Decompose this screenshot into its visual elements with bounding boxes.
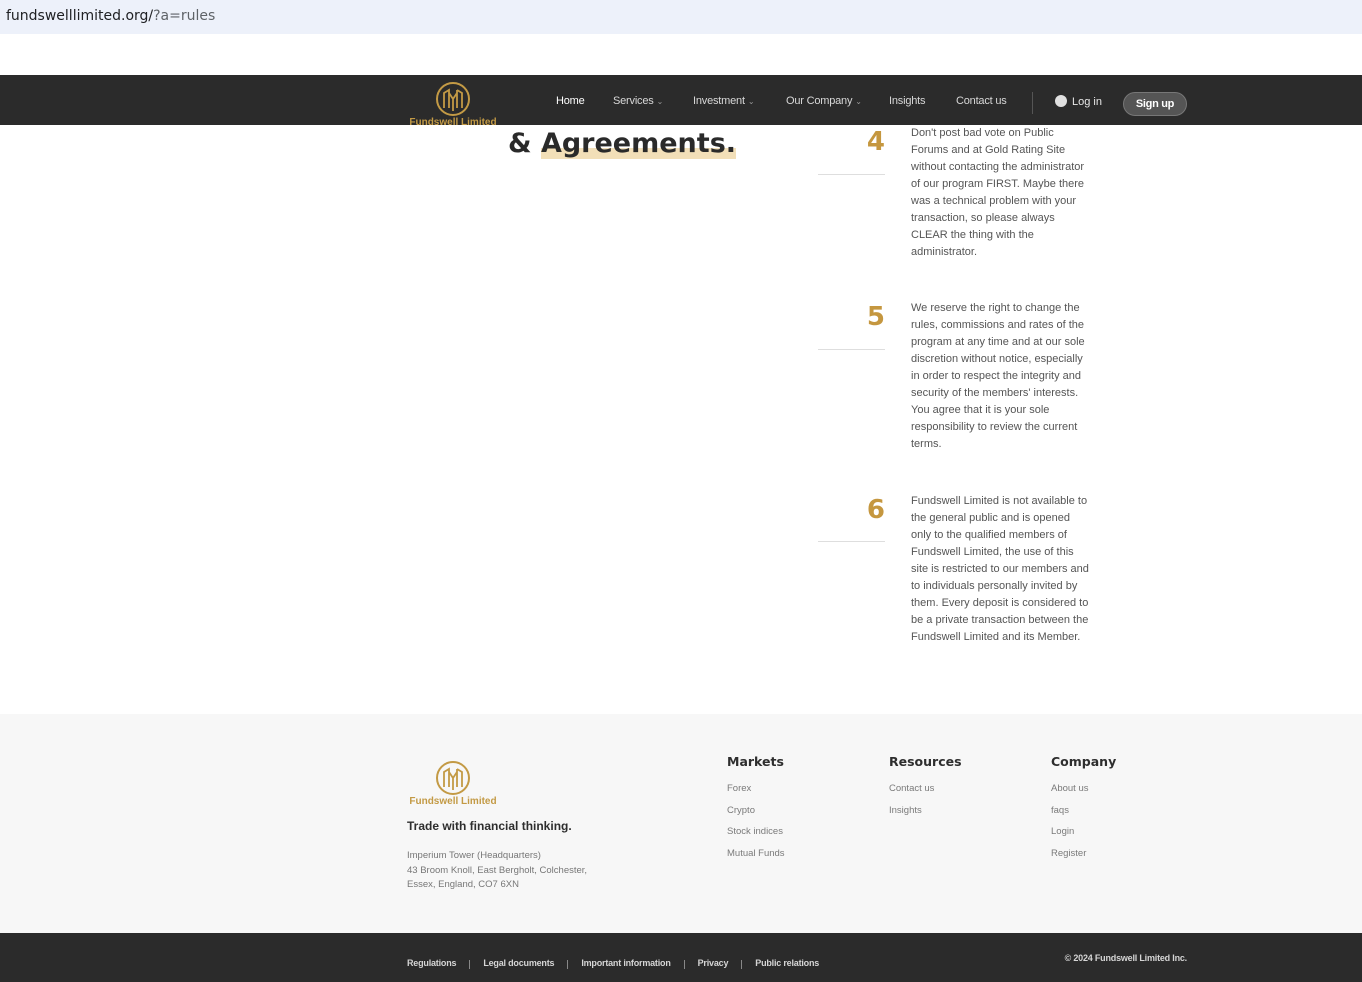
legal-links: Regulations Legal documents Important info… — [407, 953, 819, 971]
link-separator — [469, 960, 471, 969]
login-link[interactable]: Log in — [1055, 95, 1102, 108]
footer-link-faqs[interactable]: faqs — [1051, 805, 1116, 827]
nav-contact-us[interactable]: Contact us — [956, 95, 1007, 107]
rule-divider — [818, 541, 885, 542]
footer-tagline: Trade with financial thinking. — [407, 819, 572, 833]
rule-number: 5 — [866, 302, 885, 332]
footer-column-title: Markets — [727, 754, 784, 769]
link-privacy[interactable]: Privacy — [698, 958, 729, 968]
footer-bottom-bar: Regulations Legal documents Important info… — [0, 933, 1362, 982]
footer-address: Imperium Tower (Headquarters) 43 Broom K… — [407, 850, 588, 890]
footer-column-title: Resources — [889, 754, 962, 769]
footer-column-resources: Resources Contact us Insights — [889, 754, 962, 826]
nav-services[interactable]: Services ⌄ — [613, 95, 663, 107]
footer-link-crypto[interactable]: Crypto — [727, 805, 785, 827]
rule-divider — [818, 349, 885, 350]
nav-divider — [1032, 92, 1033, 114]
rule-text: We reserve the right to change the rules… — [911, 302, 1085, 450]
rule-number: 4 — [866, 127, 885, 157]
footer-link-contact-us[interactable]: Contact us — [889, 783, 962, 805]
chevron-down-icon: ⌄ — [747, 97, 755, 106]
footer-link-register[interactable]: Register — [1051, 848, 1116, 870]
chevron-down-icon: ⌄ — [656, 97, 664, 106]
logo-emblem-icon — [436, 761, 470, 795]
nav-our-company[interactable]: Our Company ⌄ — [786, 95, 862, 107]
rule-text: Don't post bad vote on Public Forums and… — [911, 127, 1085, 258]
page-heading: & Agreements. — [508, 128, 737, 159]
chevron-down-icon: ⌄ — [855, 97, 862, 106]
footer-column-title: Company — [1051, 754, 1117, 769]
link-legal-documents[interactable]: Legal documents — [483, 958, 554, 968]
footer-link-mutual-funds[interactable]: Mutual Funds — [727, 848, 785, 870]
user-circle-icon — [1055, 95, 1067, 107]
brand-name: Fundswell Limited — [409, 117, 497, 128]
brand-name: Fundswell Limited — [409, 796, 497, 807]
link-separator — [567, 960, 569, 969]
footer-column-company: Company About us faqs Login Register — [1051, 754, 1116, 870]
link-important-information[interactable]: Important information — [581, 958, 670, 968]
footer-link-stock-indices[interactable]: Stock indices — [727, 826, 785, 848]
footer-link-about-us[interactable]: About us — [1051, 783, 1116, 805]
rule-number: 6 — [866, 495, 885, 525]
link-separator — [683, 960, 685, 969]
rule-text: Fundswell Limited is not available to th… — [911, 495, 1089, 643]
url-text[interactable]: fundswelllimited.org/?a=rules — [6, 8, 215, 24]
brand-logo[interactable]: Fundswell Limited — [407, 81, 499, 133]
heading-highlight: Agreements. — [540, 128, 737, 159]
footer-column-markets: Markets Forex Crypto Stock indices Mutua… — [727, 754, 785, 870]
site-footer: Fundswell Limited Trade with financial t… — [0, 714, 1362, 933]
nav-home[interactable]: Home — [556, 95, 585, 107]
nav-insights[interactable]: Insights — [889, 95, 926, 107]
rule-divider — [818, 174, 885, 175]
footer-link-login[interactable]: Login — [1051, 826, 1116, 848]
link-regulations[interactable]: Regulations — [407, 958, 457, 968]
browser-url-bar[interactable]: fundswelllimited.org/?a=rules — [0, 0, 1362, 34]
footer-logo[interactable]: Fundswell Limited — [407, 760, 499, 807]
nav-investment[interactable]: Investment ⌄ — [693, 95, 755, 107]
signup-button[interactable]: Sign up — [1123, 92, 1187, 116]
link-separator — [741, 960, 743, 969]
footer-link-forex[interactable]: Forex — [727, 783, 785, 805]
site-navbar: Fundswell Limited Home Services ⌄ Investm… — [0, 75, 1362, 128]
copyright-text: © 2024 Fundswell Limited Inc. — [1064, 953, 1188, 963]
link-public-relations[interactable]: Public relations — [755, 958, 819, 968]
logo-emblem-icon — [436, 82, 470, 116]
footer-link-insights[interactable]: Insights — [889, 805, 962, 827]
